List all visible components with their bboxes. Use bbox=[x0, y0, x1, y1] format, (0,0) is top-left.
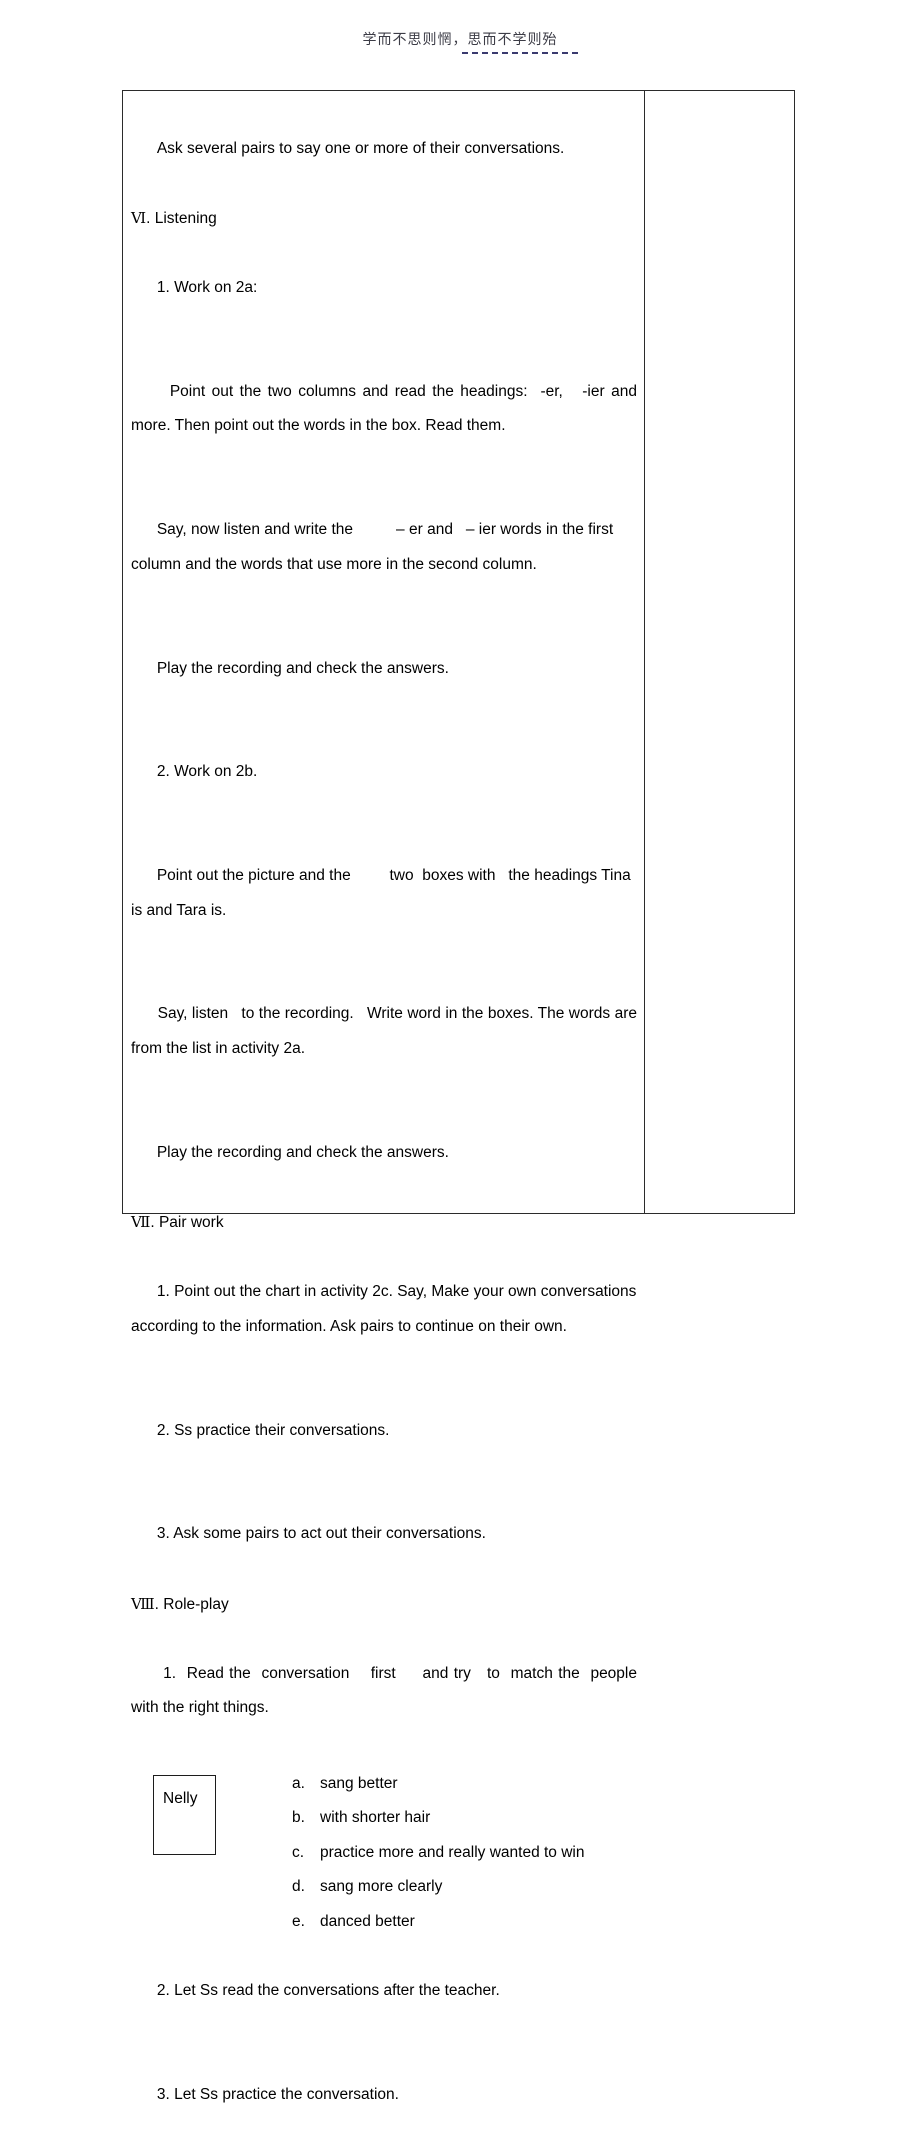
list-item: e. danced better bbox=[292, 1905, 585, 1940]
paragraph-say-listen-write: Say, now listen and write the – er and –… bbox=[131, 479, 637, 617]
paragraph-text: Point out the two columns and read the h… bbox=[131, 382, 642, 435]
name-box-nelly: Nelly bbox=[153, 1774, 216, 1855]
list-item-marker: c. bbox=[292, 1843, 305, 1861]
paragraph-point-out-chart: 1. Point out the chart in activity 2c. S… bbox=[131, 1241, 637, 1379]
paragraph-text: Say, listen to the recording. Write word… bbox=[131, 1005, 642, 1058]
lesson-plan-notes-column bbox=[645, 91, 794, 1213]
paragraph-play-recording-second: Play the recording and check the answers… bbox=[131, 1101, 637, 1205]
paragraph-play-recording-first: Play the recording and check the answers… bbox=[131, 617, 637, 721]
paragraph-text: Ask several pairs to say one or more of … bbox=[156, 139, 565, 157]
list-item-label: danced better bbox=[320, 1912, 415, 1930]
list-item-marker: b. bbox=[292, 1809, 305, 1827]
section-heading-listening: Ⅵ. Listening bbox=[131, 201, 637, 237]
list-item-label: sang more clearly bbox=[320, 1878, 443, 1896]
paragraph-text: Point out the picture and the two boxes … bbox=[131, 867, 636, 919]
paragraph-text: 2. Work on 2b. bbox=[156, 763, 258, 781]
list-item-marker: d. bbox=[292, 1878, 305, 1896]
list-item-marker: a. bbox=[292, 1774, 305, 1792]
paragraph-work-on-2b: 2. Work on 2b. bbox=[131, 721, 637, 825]
section-heading-role-play-label: . Role-play bbox=[154, 1595, 229, 1613]
lesson-plan-main-column: Ask several pairs to say one or more of … bbox=[123, 91, 645, 2103]
paragraph-text: Say, now listen and write the – er and –… bbox=[131, 521, 618, 573]
list-item: c. practice more and really wanted to wi… bbox=[292, 1836, 585, 1871]
paragraph-text: 2. Let Ss read the conversations after t… bbox=[156, 1982, 500, 2000]
section-heading-pair-work-label: . Pair work bbox=[150, 1214, 224, 1231]
paragraph-text: 1. Read the conversation first and try t… bbox=[131, 1664, 642, 1717]
section-heading-listening-label: . Listening bbox=[146, 209, 217, 227]
paragraph-ask-pairs-act-out: 3. Ask some pairs to act out their conve… bbox=[131, 1483, 637, 1587]
paragraph-say-listen-boxes: Say, listen to the recording. Write word… bbox=[131, 963, 637, 1101]
paragraph-point-out-picture: Point out the picture and the two boxes … bbox=[131, 824, 637, 962]
list-item-marker: e. bbox=[292, 1912, 305, 1930]
page-header-motto: 学而不思则惘，思而不学则殆 bbox=[362, 32, 558, 48]
list-item: a. sang better bbox=[292, 1767, 585, 1802]
list-item-label: sang better bbox=[320, 1774, 398, 1792]
roman-numeral-eight: Ⅷ bbox=[131, 1594, 155, 1613]
paragraph-text: 2. Ss practice their conversations. bbox=[156, 1421, 390, 1439]
paragraph-point-out-columns: Point out the two columns and read the h… bbox=[131, 340, 637, 478]
paragraph-text: 1. Work on 2a: bbox=[156, 278, 258, 296]
roman-numeral-six: Ⅵ bbox=[131, 208, 147, 227]
paragraph-text: Play the recording and check the answers… bbox=[156, 659, 449, 677]
section-heading-role-play: Ⅷ. Role-play bbox=[131, 1587, 637, 1623]
list-item: d. sang more clearly bbox=[292, 1870, 585, 1905]
paragraph-ss-practice-conversations: 2. Ss practice their conversations. bbox=[131, 1379, 637, 1483]
role-play-matching-block: Nelly a. sang better b. with shorter hai… bbox=[131, 1763, 637, 1940]
paragraph-work-on-2a: 1. Work on 2a: bbox=[131, 236, 637, 340]
lesson-plan-table: Ask several pairs to say one or more of … bbox=[122, 90, 795, 2103]
page-header: 学而不思则惘，思而不学则殆 bbox=[0, 30, 920, 50]
paragraph-let-ss-practice: 3. Let Ss practice the conversation. bbox=[131, 2043, 637, 2147]
paragraph-text: 1. Point out the chart in activity 2c. S… bbox=[131, 1283, 641, 1335]
paragraph-let-ss-read: 2. Let Ss read the conversations after t… bbox=[131, 1939, 637, 2043]
match-options-list: a. sang better b. with shorter hair c. p… bbox=[292, 1767, 585, 1940]
list-item-label: with shorter hair bbox=[320, 1809, 431, 1827]
page-header-divider bbox=[462, 52, 578, 54]
paragraph-text: Play the recording and check the answers… bbox=[156, 1143, 449, 1161]
paragraph-text: 3. Let Ss practice the conversation. bbox=[156, 2085, 399, 2103]
list-item: b. with shorter hair bbox=[292, 1801, 585, 1836]
list-item-label: practice more and really wanted to win bbox=[320, 1843, 585, 1861]
paragraph-ask-pairs: Ask several pairs to say one or more of … bbox=[131, 97, 637, 201]
paragraph-read-conversation-match: 1. Read the conversation first and try t… bbox=[131, 1622, 637, 1760]
paragraph-text: 3. Ask some pairs to act out their conve… bbox=[156, 1525, 486, 1543]
section-heading-pair-work: Ⅶ. Pair work bbox=[131, 1205, 637, 1241]
roman-numeral-seven: Ⅶ bbox=[131, 1213, 151, 1231]
